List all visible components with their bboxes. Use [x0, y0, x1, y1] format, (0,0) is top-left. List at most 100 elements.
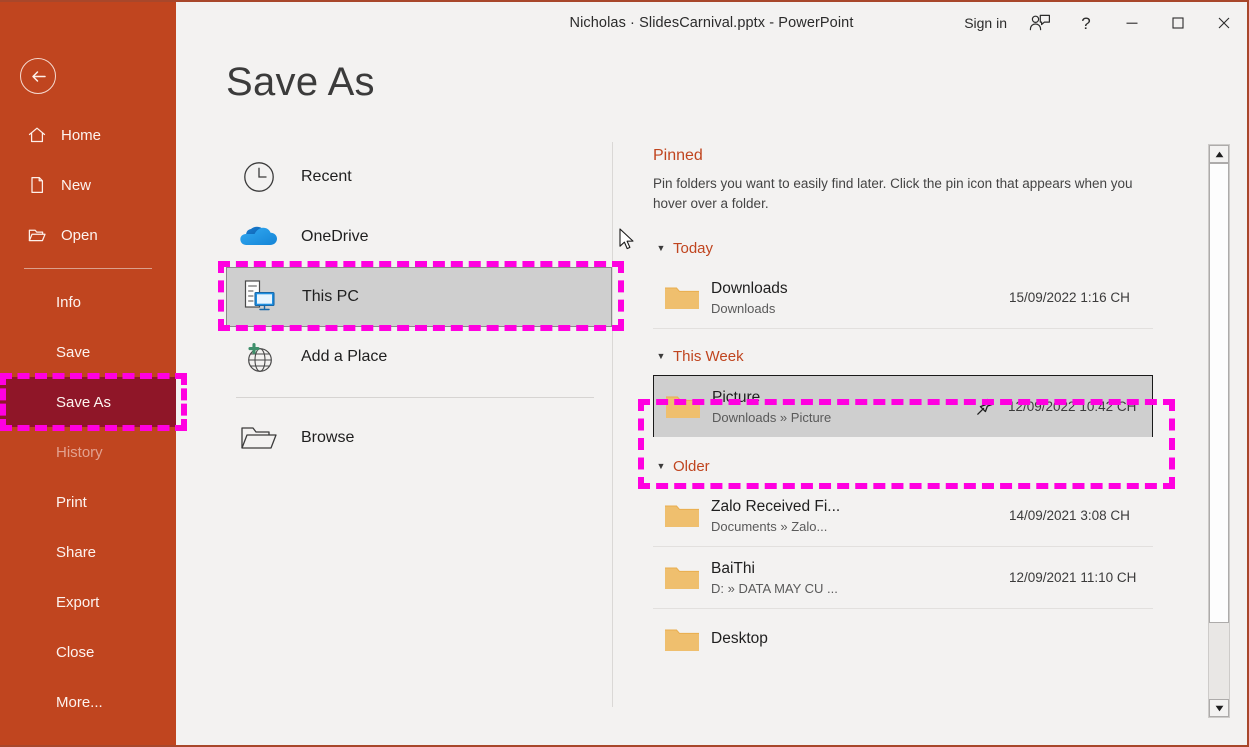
- pin-slot[interactable]: [968, 397, 1002, 417]
- folder-path: Downloads: [711, 301, 969, 316]
- folder-path: Documents » Zalo...: [711, 519, 969, 534]
- rail-item-share[interactable]: Share: [0, 527, 176, 577]
- maximize-button[interactable]: [1155, 2, 1201, 44]
- page-icon: [26, 175, 48, 195]
- scroll-down-arrow-icon: [1215, 705, 1224, 712]
- rail-item-export[interactable]: Export: [0, 577, 176, 627]
- folder-texts: BaiThi D: » DATA MAY CU ...: [711, 559, 969, 596]
- clock-icon: [234, 155, 284, 199]
- rail-item-save-as[interactable]: Save As: [0, 377, 176, 427]
- folder-path: Downloads » Picture: [712, 410, 968, 425]
- folder-name: Desktop: [711, 629, 969, 648]
- scrollbar-track[interactable]: [1209, 163, 1229, 699]
- close-button[interactable]: [1201, 2, 1247, 44]
- folder-texts: Zalo Received Fi... Documents » Zalo...: [711, 497, 969, 534]
- rail-item-history: History: [0, 427, 176, 477]
- rail-divider: [24, 268, 152, 269]
- page-title: Save As: [226, 60, 375, 105]
- place-recent[interactable]: Recent: [226, 147, 612, 207]
- folder-icon: [654, 392, 712, 422]
- place-label: This PC: [302, 288, 359, 306]
- rail-item-save[interactable]: Save: [0, 327, 176, 377]
- chevron-down-icon: ▼: [653, 462, 669, 471]
- person-card-icon: [1028, 13, 1052, 33]
- folder-row-zalo-received-files[interactable]: Zalo Received Fi... Documents » Zalo... …: [653, 485, 1153, 547]
- save-locations-list: Recent OneDrive: [226, 147, 612, 468]
- group-title: Older: [673, 458, 710, 475]
- rail-item-label: Info: [56, 294, 81, 311]
- rail-item-label: Save: [56, 344, 90, 361]
- maximize-icon: [1171, 16, 1185, 30]
- group-title: This Week: [673, 348, 744, 365]
- rail-item-label: Save As: [56, 394, 111, 411]
- folder-texts: Picture Downloads » Picture: [712, 388, 968, 425]
- places-divider: [236, 397, 594, 398]
- rail-item-more[interactable]: More...: [0, 677, 176, 727]
- backstage-menu: Home New Open: [0, 110, 176, 727]
- folder-row-baithi[interactable]: BaiThi D: » DATA MAY CU ... 12/09/2021 1…: [653, 547, 1153, 609]
- help-button[interactable]: ?: [1063, 2, 1109, 44]
- minimize-button[interactable]: [1109, 2, 1155, 44]
- pinned-heading: Pinned: [653, 147, 1153, 165]
- rail-item-label: New: [61, 177, 91, 194]
- arrow-pointer-icon: [619, 228, 636, 252]
- group-header-today[interactable]: ▼ Today: [653, 235, 1153, 261]
- scrollbar-thumb[interactable]: [1209, 163, 1229, 623]
- title-bar: Nicholas · SlidesCarnival.pptx - PowerPo…: [176, 2, 1247, 44]
- rail-item-info[interactable]: Info: [0, 277, 176, 327]
- folder-date: 12/09/2021 11:10 CH: [1003, 570, 1153, 585]
- this-pc-icon: [235, 275, 285, 319]
- place-browse[interactable]: Browse: [226, 408, 612, 468]
- place-onedrive[interactable]: OneDrive: [226, 207, 612, 267]
- rail-item-label: Export: [56, 594, 99, 611]
- place-label: Browse: [301, 429, 354, 447]
- folder-name: Downloads: [711, 279, 969, 298]
- back-button[interactable]: [20, 58, 56, 94]
- rail-item-new[interactable]: New: [0, 160, 176, 210]
- place-label: Add a Place: [301, 348, 387, 366]
- place-add-a-place[interactable]: Add a Place: [226, 327, 612, 387]
- rail-item-label: Home: [61, 127, 101, 144]
- folder-name: Picture: [712, 388, 968, 407]
- folder-path: D: » DATA MAY CU ...: [711, 581, 969, 596]
- folder-list-scrollbar[interactable]: [1208, 144, 1230, 718]
- rail-item-print[interactable]: Print: [0, 477, 176, 527]
- folder-date: 15/09/2022 1:16 CH: [1003, 290, 1153, 305]
- group-header-this-week[interactable]: ▼ This Week: [653, 343, 1153, 369]
- folder-texts: Downloads Downloads: [711, 279, 969, 316]
- place-label: OneDrive: [301, 228, 369, 246]
- rail-item-close[interactable]: Close: [0, 627, 176, 677]
- folder-name: BaiThi: [711, 559, 969, 578]
- folder-browser-panel: Pinned Pin folders you want to easily fi…: [653, 147, 1153, 671]
- rail-item-label: History: [56, 444, 103, 461]
- folder-row-downloads[interactable]: Downloads Downloads 15/09/2022 1:16 CH: [653, 267, 1153, 329]
- pin-icon: [975, 397, 995, 417]
- rail-item-home[interactable]: Home: [0, 110, 176, 160]
- folder-icon: [653, 501, 711, 531]
- folder-icon: [653, 563, 711, 593]
- group-header-older[interactable]: ▼ Older: [653, 453, 1153, 479]
- scroll-down-button[interactable]: [1209, 699, 1229, 717]
- add-place-globe-icon: [234, 335, 284, 379]
- scroll-up-arrow-icon: [1215, 151, 1224, 158]
- sign-in-button[interactable]: Sign in: [960, 15, 1017, 31]
- powerpoint-backstage-window: Home New Open: [0, 0, 1249, 747]
- folder-row-picture[interactable]: Picture Downloads » Picture 12/09/2022 1…: [653, 375, 1153, 437]
- backstage-left-rail: Home New Open: [0, 2, 176, 747]
- rail-item-open[interactable]: Open: [0, 210, 176, 260]
- back-arrow-icon: [29, 67, 48, 86]
- help-question-icon: ?: [1081, 15, 1090, 32]
- chevron-down-icon: ▼: [653, 352, 669, 361]
- column-divider: [612, 142, 613, 707]
- folder-texts: Desktop: [711, 629, 969, 651]
- folder-date: 14/09/2021 3:08 CH: [1003, 508, 1153, 523]
- folder-open-icon: [26, 225, 48, 245]
- title-bar-controls: Sign in ?: [960, 2, 1247, 44]
- rail-item-label: More...: [56, 694, 103, 711]
- folder-name: Zalo Received Fi...: [711, 497, 969, 516]
- scroll-up-button[interactable]: [1209, 145, 1229, 163]
- place-this-pc[interactable]: This PC: [226, 267, 612, 327]
- account-card-button[interactable]: [1017, 2, 1063, 44]
- folder-row-desktop[interactable]: Desktop: [653, 609, 1153, 671]
- home-icon: [26, 125, 48, 145]
